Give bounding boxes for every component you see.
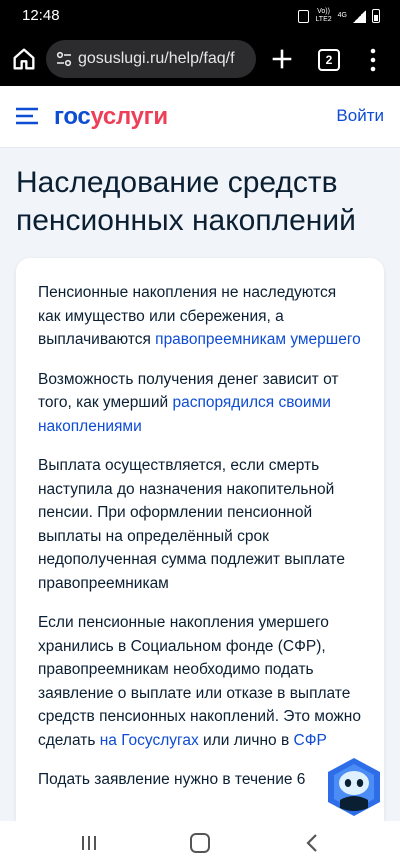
page-title: Наследование средств пенсионных накоплен… <box>16 166 356 237</box>
browser-toolbar: gosuslugi.ru/help/faq/f 2 <box>0 32 400 86</box>
address-bar[interactable]: gosuslugi.ru/help/faq/f <box>46 40 256 78</box>
menu-icon[interactable] <box>16 107 38 125</box>
gosuslugi-logo[interactable]: госуслуги <box>54 103 168 131</box>
login-button[interactable]: Войти <box>336 106 384 126</box>
paragraph-text-after: или лично в <box>198 731 294 749</box>
more-vert-icon[interactable] <box>366 46 380 74</box>
status-time: 12:48 <box>22 7 60 24</box>
logo-part-uslugi: услуги <box>90 103 168 130</box>
url-text[interactable]: gosuslugi.ru/help/faq/f <box>78 50 250 68</box>
system-home-icon[interactable] <box>190 833 210 853</box>
paragraph-text: Подать заявление нужно в течение 6 <box>38 771 306 788</box>
volte-indicator: Vo)) LTE2 <box>315 8 331 24</box>
signal-icon <box>353 9 366 23</box>
paragraph-3: Выплата осуществляется, если смерть наст… <box>38 454 362 595</box>
recent-apps-icon[interactable] <box>80 834 98 852</box>
volte-label: Vo)) <box>317 8 330 15</box>
new-tab-icon[interactable] <box>268 45 296 73</box>
system-nav-bar <box>0 821 400 867</box>
paragraph-2: Возможность получения денег зависит от т… <box>38 368 362 439</box>
content-card: Пенсионные накопления не наследуются как… <box>16 258 384 838</box>
tune-icon[interactable] <box>56 51 72 67</box>
network-type: 4G <box>337 12 347 19</box>
status-icons: Vo)) LTE2 4G <box>298 8 380 24</box>
logo-part-gos: гос <box>54 103 91 130</box>
back-icon[interactable] <box>305 833 319 853</box>
link-sfr[interactable]: СФР <box>294 732 327 749</box>
data-saver-icon <box>298 9 310 23</box>
home-icon[interactable] <box>10 45 38 73</box>
link-gosuslugi[interactable]: на Госуслугах <box>100 732 199 749</box>
robot-assistant-icon[interactable] <box>326 756 382 818</box>
paragraph-text: Выплата осуществляется, если смерть наст… <box>38 457 345 592</box>
battery-icon <box>372 9 380 23</box>
lte-label: LTE2 <box>315 16 332 23</box>
paragraph-4: Если пенсионные накопления умершего хран… <box>38 611 362 752</box>
tab-switcher-button[interactable]: 2 <box>318 49 340 71</box>
paragraph-5: Подать заявление нужно в течение 6 <box>38 768 362 792</box>
site-header: госуслуги Войти <box>0 86 400 148</box>
link-successors[interactable]: правопреемникам умершего <box>155 331 361 348</box>
paragraph-1: Пенсионные накопления не наследуются как… <box>38 281 362 352</box>
status-bar: 12:48 Vo)) LTE2 4G <box>0 0 400 32</box>
paragraph-text: Если пенсионные накопления умершего хран… <box>38 614 361 749</box>
